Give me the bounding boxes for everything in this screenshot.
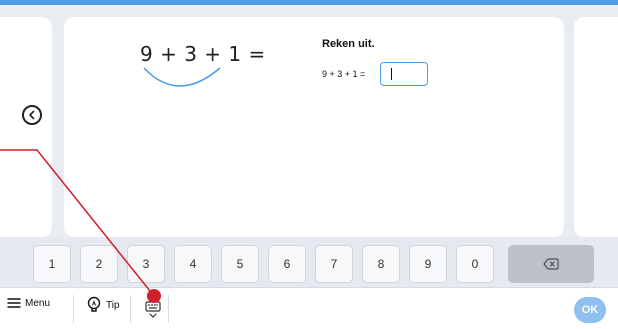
answer-input[interactable] — [380, 62, 428, 86]
key-9[interactable]: 9 — [409, 245, 447, 283]
chevron-left-icon — [29, 110, 35, 120]
previous-button[interactable] — [22, 105, 42, 125]
next-card-panel — [574, 17, 618, 237]
exercise-expression-large: 9 + 3 + 1 = — [140, 42, 266, 66]
top-accent-bar — [0, 0, 618, 5]
exercise-card — [64, 17, 564, 237]
tip-button[interactable]: Tip — [86, 296, 120, 314]
backspace-button[interactable] — [508, 245, 594, 283]
ok-button[interactable]: OK — [574, 297, 606, 323]
menu-label: Menu — [25, 297, 51, 309]
toolbar-divider — [130, 295, 131, 323]
lightbulb-icon — [87, 296, 101, 312]
key-8[interactable]: 8 — [362, 245, 400, 283]
key-0[interactable]: 0 — [456, 245, 494, 283]
key-1[interactable]: 1 — [33, 245, 71, 283]
grouping-arc — [143, 67, 221, 87]
hamburger-menu-icon — [7, 298, 21, 308]
key-5[interactable]: 5 — [221, 245, 259, 283]
toolbar-divider — [73, 295, 74, 323]
menu-button[interactable]: Menu — [7, 297, 50, 309]
key-2[interactable]: 2 — [80, 245, 118, 283]
key-7[interactable]: 7 — [315, 245, 353, 283]
text-caret — [391, 68, 392, 80]
tip-label: Tip — [106, 299, 120, 311]
previous-card-panel — [0, 17, 52, 237]
exercise-expression-small: 9 + 3 + 1 = — [322, 69, 366, 79]
key-4[interactable]: 4 — [174, 245, 212, 283]
backspace-icon — [543, 258, 559, 270]
keyboard-toggle-button[interactable] — [143, 299, 163, 319]
instruction-text: Reken uit. — [322, 38, 375, 50]
key-6[interactable]: 6 — [268, 245, 306, 283]
toolbar-divider — [168, 295, 169, 323]
key-3[interactable]: 3 — [127, 245, 165, 283]
keyboard-icon — [145, 301, 161, 318]
